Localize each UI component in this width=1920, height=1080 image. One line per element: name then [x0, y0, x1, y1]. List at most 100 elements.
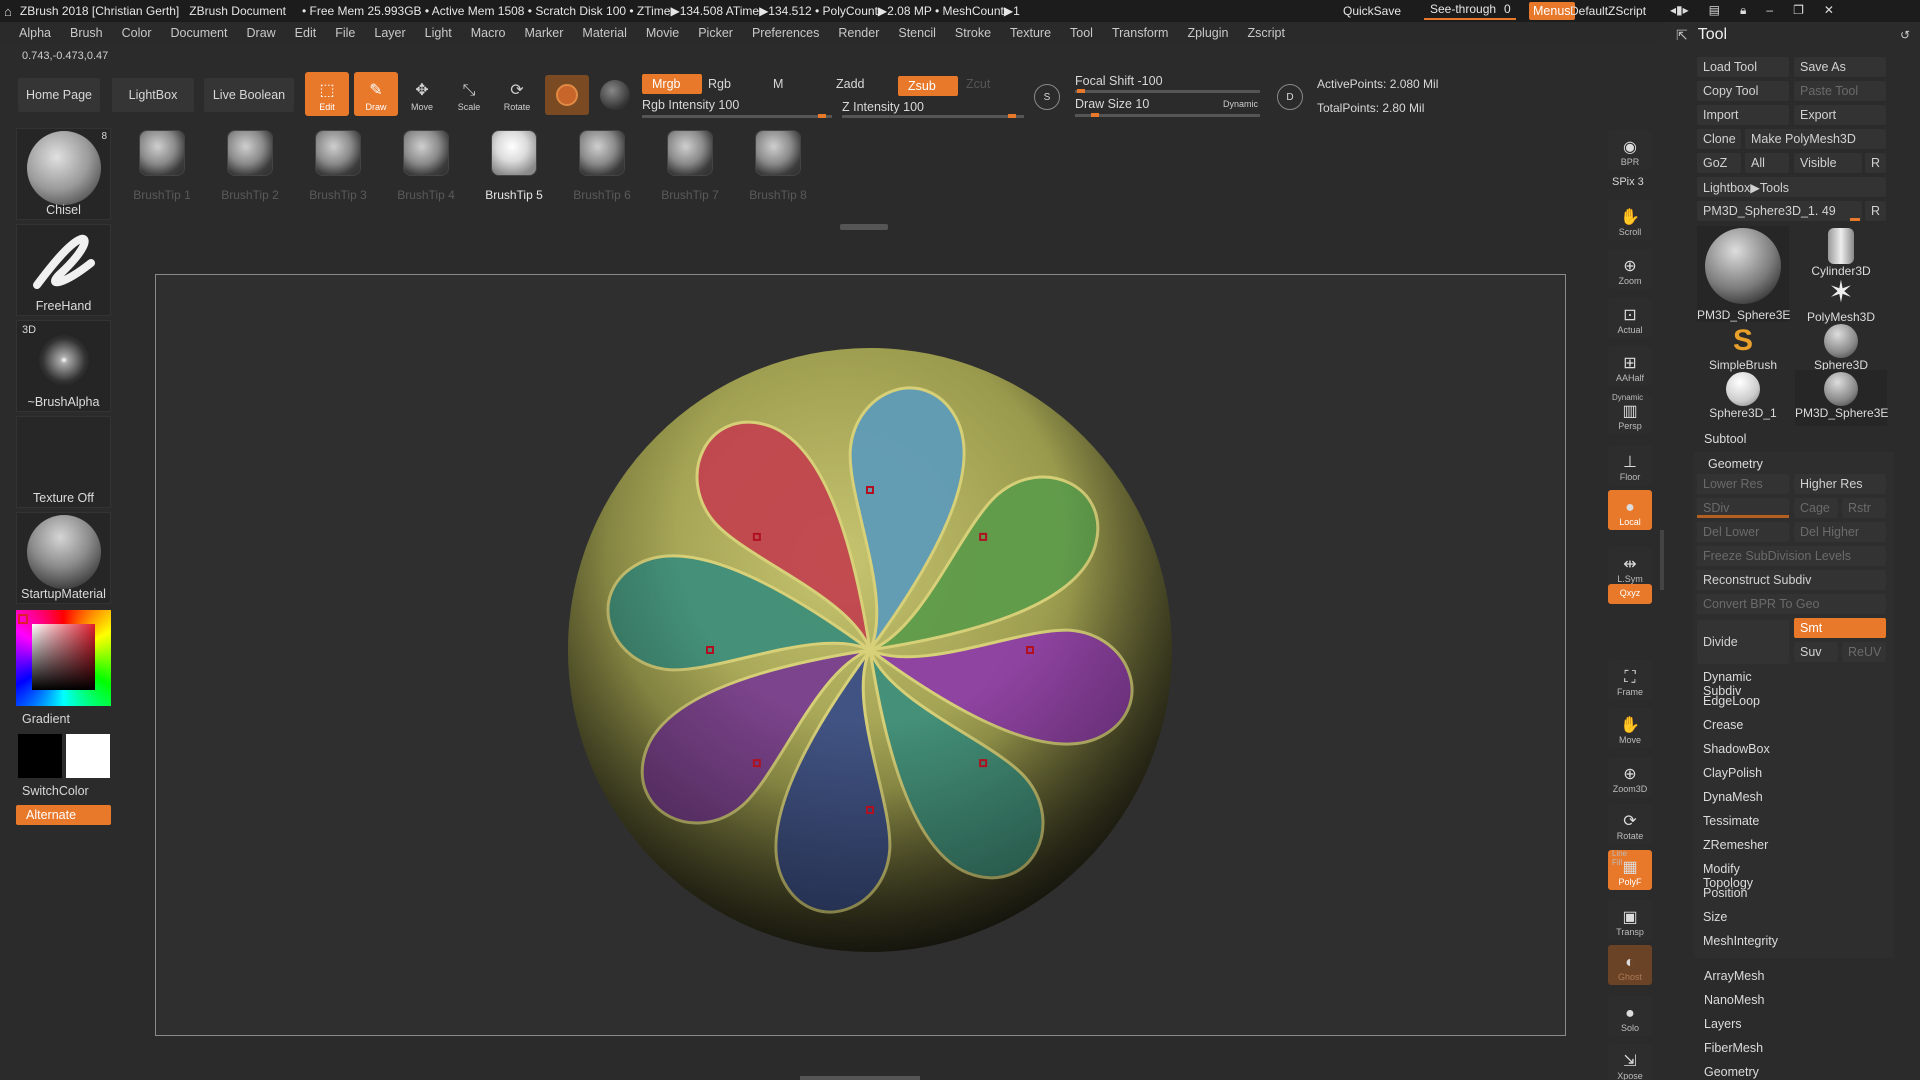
copy-tool-button[interactable]: Copy Tool	[1697, 81, 1789, 101]
brush-tip-2[interactable]: BrushTip 2	[214, 124, 286, 202]
cage-button[interactable]: Cage	[1794, 498, 1838, 518]
reuv-button[interactable]: ReUV	[1842, 642, 1886, 662]
scale-button[interactable]: ⤡ Scale	[447, 72, 491, 116]
save-as-button[interactable]: Save As	[1794, 57, 1886, 77]
edit-button[interactable]: ⬚ Edit	[305, 72, 349, 116]
dynamic-draw-size-icon[interactable]: D	[1277, 84, 1303, 110]
goz-button[interactable]: GoZ	[1697, 153, 1741, 173]
menu-brush[interactable]: Brush	[70, 26, 103, 40]
lower-res-button[interactable]: Lower Res	[1697, 474, 1789, 494]
menu-movie[interactable]: Movie	[646, 26, 679, 40]
shelf-rotate-button[interactable]: ⟳ Rotate	[1608, 804, 1652, 844]
section-geometry-hd[interactable]: Geometry HD	[1704, 1065, 1759, 1080]
shelf-xpose-button[interactable]: ⇲ Xpose	[1608, 1044, 1652, 1080]
geometry-tessimate[interactable]: Tessimate	[1703, 814, 1759, 828]
menu-material[interactable]: Material	[582, 26, 626, 40]
current-tool-r-button[interactable]: R	[1865, 201, 1886, 221]
menu-stroke[interactable]: Stroke	[955, 26, 991, 40]
section-nanomesh[interactable]: NanoMesh	[1704, 993, 1764, 1007]
lock-icon[interactable]: 🔒︎	[1740, 3, 1746, 18]
shelf-aahalf-button[interactable]: ⊞ AAHalf	[1608, 346, 1652, 386]
m-toggle[interactable]: M	[773, 77, 783, 91]
shelf-qxyz-button[interactable]: Qxyz	[1608, 584, 1652, 604]
main-color-swatch[interactable]	[18, 734, 62, 778]
material-tile[interactable]: StartupMaterial	[16, 512, 111, 604]
menu-file[interactable]: File	[335, 26, 355, 40]
rgb-intensity-slider[interactable]: Rgb Intensity 100	[642, 98, 832, 118]
brush-tip-4[interactable]: BrushTip 4	[390, 124, 462, 202]
brush-alpha-tile[interactable]: 3D ~BrushAlpha	[16, 320, 111, 412]
quicksave-button[interactable]: QuickSave	[1343, 4, 1401, 18]
section-fibermesh[interactable]: FiberMesh	[1704, 1041, 1763, 1055]
menu-document[interactable]: Document	[171, 26, 228, 40]
load-tool-button[interactable]: Load Tool	[1697, 57, 1789, 77]
shelf-solo-button[interactable]: ● Solo	[1608, 996, 1652, 1036]
reset-icon[interactable]: ↺	[1900, 28, 1910, 42]
higher-res-button[interactable]: Higher Res	[1794, 474, 1886, 494]
zadd-toggle[interactable]: Zadd	[836, 77, 865, 91]
alternate-button[interactable]: Alternate	[16, 805, 111, 825]
suv-toggle[interactable]: Suv	[1794, 642, 1838, 662]
live-boolean-button[interactable]: Live Boolean	[204, 78, 294, 112]
draw-button[interactable]: ✎ Draw	[354, 72, 398, 116]
menu-macro[interactable]: Macro	[471, 26, 506, 40]
geometry-claypolish[interactable]: ClayPolish	[1703, 766, 1762, 780]
rgb-toggle[interactable]: Rgb	[708, 77, 731, 91]
del-higher-button[interactable]: Del Higher	[1794, 522, 1886, 542]
current-tool-slider[interactable]: PM3D_Sphere3D_1. 49	[1697, 201, 1862, 221]
mrgb-toggle[interactable]: Mrgb	[642, 74, 702, 94]
layout-icon[interactable]: ▤	[1709, 3, 1720, 18]
menu-draw[interactable]: Draw	[247, 26, 276, 40]
menu-render[interactable]: Render	[838, 26, 879, 40]
tool-thumb-1[interactable]: PM3D_Sphere3E	[1697, 226, 1790, 322]
menu-marker[interactable]: Marker	[525, 26, 564, 40]
menus-toggle[interactable]: Menus	[1529, 2, 1575, 20]
geometry-zremesher[interactable]: ZRemesher	[1703, 838, 1768, 852]
brush-tip-7[interactable]: BrushTip 7	[654, 124, 726, 202]
move-button[interactable]: ✥ Move	[400, 72, 444, 116]
convert-bpr-button[interactable]: Convert BPR To Geo	[1697, 594, 1886, 614]
default-zscript-button[interactable]: DefaultZScript	[1570, 4, 1646, 18]
secondary-color-swatch[interactable]	[66, 734, 110, 778]
goz-all-button[interactable]: All	[1745, 153, 1789, 173]
geometry-section[interactable]: Geometry	[1708, 457, 1763, 471]
export-button[interactable]: Export	[1794, 105, 1886, 125]
menu-preferences[interactable]: Preferences	[752, 26, 819, 40]
spix-label[interactable]: SPix 3	[1612, 176, 1644, 188]
rgb-intensity-knob[interactable]	[818, 114, 826, 118]
menu-light[interactable]: Light	[425, 26, 452, 40]
shelf-move-button[interactable]: ✋ Move	[1608, 708, 1652, 748]
texture-tile[interactable]: Texture Off	[16, 416, 111, 508]
shelf-lsym-button[interactable]: ⇹ L.Sym	[1608, 547, 1652, 587]
menu-picker[interactable]: Picker	[698, 26, 733, 40]
shelf-zoom-button[interactable]: ⊕ Zoom	[1608, 249, 1652, 289]
del-lower-button[interactable]: Del Lower	[1697, 522, 1789, 542]
stroke-freehand-tile[interactable]: FreeHand	[16, 224, 111, 316]
maximize-icon[interactable]: ❐	[1793, 3, 1804, 18]
reconstruct-subdiv-button[interactable]: Reconstruct Subdiv	[1697, 570, 1886, 590]
geometry-dynamesh[interactable]: DynaMesh	[1703, 790, 1763, 804]
tool-thumb-6[interactable]: Sphere3D_1	[1697, 370, 1789, 426]
menu-texture[interactable]: Texture	[1010, 26, 1051, 40]
z-intensity-knob[interactable]	[1008, 114, 1016, 118]
shelf-scroll-button[interactable]: ✋ Scroll	[1608, 200, 1652, 240]
brush-tip-6[interactable]: BrushTip 6	[566, 124, 638, 202]
brush-tip-3[interactable]: BrushTip 3	[302, 124, 374, 202]
make-polymesh-button[interactable]: Make PolyMesh3D	[1745, 129, 1886, 149]
color-picker-field[interactable]	[32, 624, 95, 690]
focal-shift-slider[interactable]: Focal Shift -100	[1075, 74, 1260, 94]
menu-alpha[interactable]: Alpha	[19, 26, 51, 40]
brush-tip-5[interactable]: BrushTip 5	[478, 124, 550, 202]
tool-thumb-7[interactable]: PM3D_Sphere3E	[1795, 370, 1888, 426]
smt-toggle[interactable]: Smt	[1794, 618, 1886, 638]
goz-visible-button[interactable]: Visible	[1794, 153, 1862, 173]
brush-chisel-tile[interactable]: 8 Chisel	[16, 128, 111, 220]
draw-size-slider[interactable]: Draw Size 10 Dynamic	[1075, 97, 1260, 117]
geometry-shadowbox[interactable]: ShadowBox	[1703, 742, 1770, 756]
freeze-subdivision-button[interactable]: Freeze SubDivision Levels	[1697, 546, 1886, 566]
brush-tip-1[interactable]: BrushTip 1	[126, 124, 198, 202]
shelf-transp-button[interactable]: ▣ Transp	[1608, 900, 1652, 940]
geometry-size[interactable]: Size	[1703, 910, 1727, 924]
rotate-button[interactable]: ⟳ Rotate	[495, 72, 539, 116]
subtool-section[interactable]: Subtool	[1704, 432, 1746, 446]
